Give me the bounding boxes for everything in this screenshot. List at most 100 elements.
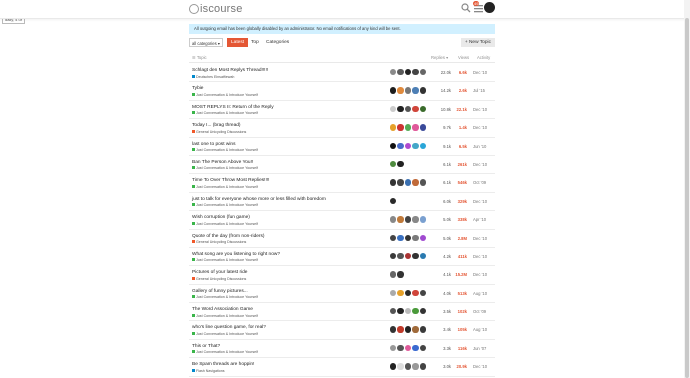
table-row[interactable]: MOST REPLYS II: Return of the Reply Just … bbox=[189, 101, 495, 120]
topic-category[interactable]: Just Conversation & Introduce Yourself bbox=[192, 295, 258, 299]
activity-date[interactable]: Dec '10 bbox=[473, 70, 487, 75]
activity-date[interactable]: Dec '10 bbox=[473, 272, 487, 277]
table-row[interactable]: Tybie Just Conversation & Introduce Yours… bbox=[189, 82, 495, 101]
table-row[interactable]: Wish corruption (fun game) Just Conversat… bbox=[189, 211, 495, 230]
table-row[interactable]: The Word Association Game Just Conversati… bbox=[189, 303, 495, 322]
poster-avatar[interactable] bbox=[397, 142, 404, 149]
topic-title[interactable]: Quote of the day (from non-riders) bbox=[192, 234, 265, 239]
page-scrollbar[interactable] bbox=[684, 0, 690, 378]
poster-avatar[interactable] bbox=[419, 308, 426, 315]
poster-avatar[interactable] bbox=[390, 179, 397, 186]
poster-avatar[interactable] bbox=[412, 142, 419, 149]
poster-avatar[interactable] bbox=[390, 216, 397, 223]
topic-category[interactable]: Just Conversation & Introduce Yourself bbox=[192, 148, 258, 152]
topic-title[interactable]: Be Spam threads are hoppin! bbox=[192, 362, 254, 367]
poster-avatar[interactable] bbox=[412, 326, 419, 333]
poster-avatar[interactable] bbox=[419, 179, 426, 186]
topic-category[interactable]: Just Conversation & Introduce Yourself bbox=[192, 258, 258, 262]
topic-title[interactable]: Time To Over Throw Most Replies!!!! bbox=[192, 178, 269, 183]
table-row[interactable]: just to talk for everyone whose more or … bbox=[189, 193, 495, 212]
poster-avatar[interactable] bbox=[397, 234, 404, 241]
poster-avatar[interactable] bbox=[419, 87, 426, 94]
topic-category[interactable]: Deutsches Einsatfiewah bbox=[192, 74, 234, 79]
topic-category[interactable]: General Unicycling Discussions bbox=[192, 129, 246, 134]
topic-category[interactable]: Just Conversation & Introduce Yourself bbox=[192, 203, 258, 207]
user-avatar[interactable] bbox=[484, 2, 495, 13]
poster-avatar[interactable] bbox=[390, 87, 397, 94]
activity-date[interactable]: Apr '10 bbox=[473, 217, 486, 222]
activity-date[interactable]: Aug '10 bbox=[473, 291, 487, 296]
poster-avatar[interactable] bbox=[397, 87, 404, 94]
poster-avatar[interactable] bbox=[390, 308, 397, 315]
topic-category[interactable]: Just Conversation & Introduce Yourself bbox=[192, 331, 258, 336]
site-logo[interactable]: iscourse bbox=[189, 3, 243, 15]
topic-category[interactable]: Just Conversation & Introduce Yourself bbox=[192, 350, 258, 354]
poster-avatar[interactable] bbox=[390, 289, 397, 297]
topic-category[interactable]: Just Conversation & Introduce Yourself bbox=[192, 221, 258, 226]
poster-avatar[interactable] bbox=[397, 289, 404, 297]
table-row[interactable]: Be Spam threads are hoppin! Flash Navigat… bbox=[189, 358, 495, 377]
topic-title[interactable]: Today I... (brag thread) bbox=[192, 123, 241, 128]
poster-avatar[interactable] bbox=[390, 363, 397, 370]
activity-date[interactable]: Jun '10 bbox=[473, 144, 486, 149]
poster-avatar[interactable] bbox=[404, 105, 412, 113]
table-row[interactable]: Gallery of funny pictures... Just Convers… bbox=[189, 285, 495, 304]
poster-avatar[interactable] bbox=[412, 363, 419, 370]
poster-avatar[interactable] bbox=[390, 326, 397, 333]
topic-category[interactable]: Flash Navigations bbox=[192, 368, 225, 373]
topic-title[interactable]: Tybie bbox=[192, 86, 203, 91]
poster-avatar[interactable] bbox=[390, 252, 397, 260]
activity-date[interactable]: Dec '10 bbox=[473, 107, 487, 112]
poster-avatar[interactable] bbox=[404, 234, 412, 241]
search-icon[interactable] bbox=[461, 3, 471, 13]
poster-avatar[interactable] bbox=[397, 160, 404, 168]
activity-date[interactable]: Jun '07 bbox=[473, 346, 486, 351]
poster-avatar[interactable] bbox=[419, 252, 426, 260]
poster-avatar[interactable] bbox=[397, 308, 404, 315]
poster-avatar[interactable] bbox=[397, 326, 404, 333]
poster-avatar[interactable] bbox=[419, 344, 426, 352]
table-row[interactable]: Schlagt den Most Replys Thread!!!!! Deuts… bbox=[189, 64, 495, 83]
tab-top[interactable]: Top bbox=[247, 38, 263, 47]
poster-avatar[interactable] bbox=[397, 363, 404, 370]
header-activity[interactable]: Activity bbox=[477, 55, 490, 60]
topic-category[interactable]: Just Conversation & Introduce Yourself bbox=[192, 313, 258, 318]
topic-category[interactable]: General Unicycling Discussions bbox=[192, 240, 246, 244]
topic-title[interactable]: What song are you listening to right now… bbox=[192, 252, 280, 257]
poster-avatar[interactable] bbox=[397, 105, 404, 113]
table-row[interactable]: Pictures of your latest ride General Unic… bbox=[189, 266, 495, 285]
poster-avatar[interactable] bbox=[419, 69, 426, 76]
table-row[interactable]: Quote of the day (from non-riders) Genera… bbox=[189, 230, 495, 248]
poster-avatar[interactable] bbox=[404, 363, 412, 370]
topic-title[interactable]: last one to post wins bbox=[192, 142, 235, 147]
poster-avatar[interactable] bbox=[419, 326, 426, 333]
activity-date[interactable]: Oct '09 bbox=[473, 180, 486, 185]
topic-title[interactable]: Schlagt den Most Replys Thread!!!!! bbox=[192, 68, 268, 73]
poster-avatar[interactable] bbox=[404, 289, 412, 297]
table-row[interactable]: last one to post wins Just Conversation &… bbox=[189, 138, 495, 156]
poster-avatar[interactable] bbox=[404, 344, 412, 352]
table-row[interactable]: Today I... (brag thread) General Unicycli… bbox=[189, 119, 495, 138]
poster-avatar[interactable] bbox=[419, 363, 426, 370]
poster-avatar[interactable] bbox=[397, 252, 404, 260]
poster-avatar[interactable] bbox=[412, 234, 419, 241]
table-row[interactable]: This or That? Just Conversation & Introdu… bbox=[189, 340, 495, 359]
topic-category[interactable]: General Unicycling Discussions bbox=[192, 276, 246, 281]
poster-avatar[interactable] bbox=[412, 105, 419, 113]
poster-avatar[interactable] bbox=[390, 234, 397, 241]
table-row[interactable]: What song are you listening to right now… bbox=[189, 248, 495, 267]
poster-avatar[interactable] bbox=[397, 271, 404, 278]
topic-category[interactable]: Just Conversation & Introduce Yourself bbox=[192, 92, 258, 97]
poster-avatar[interactable] bbox=[412, 69, 419, 76]
topic-category[interactable]: Just Conversation & Introduce Yourself bbox=[192, 184, 258, 189]
topic-title[interactable]: MOST REPLYS II: Return of the Reply bbox=[192, 105, 274, 110]
poster-avatar[interactable] bbox=[397, 179, 404, 186]
poster-avatar[interactable] bbox=[404, 179, 412, 186]
poster-avatar[interactable] bbox=[404, 124, 412, 131]
activity-date[interactable]: Dec '10 bbox=[473, 236, 487, 241]
poster-avatar[interactable] bbox=[404, 142, 412, 149]
poster-avatar[interactable] bbox=[397, 69, 404, 76]
poster-avatar[interactable] bbox=[390, 197, 397, 205]
activity-date[interactable]: Dec '10 bbox=[473, 125, 487, 130]
poster-avatar[interactable] bbox=[412, 252, 419, 260]
